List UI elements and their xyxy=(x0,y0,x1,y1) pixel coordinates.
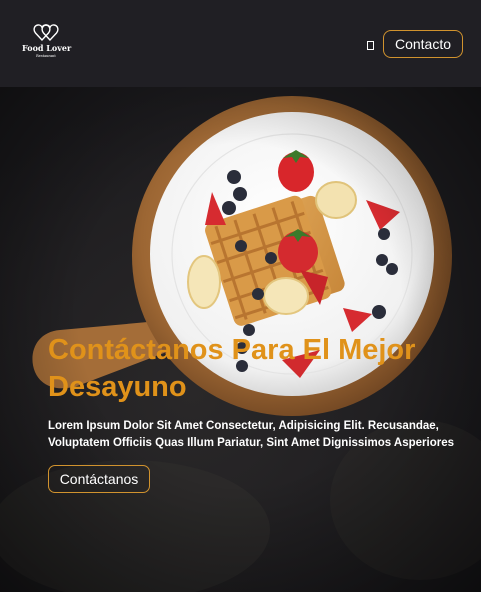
hero-text: Contáctanos Para El Mejor Desayuno Lorem… xyxy=(48,332,468,452)
menu-toggle-icon[interactable] xyxy=(367,41,374,50)
hero-description: Lorem Ipsum Dolor Sit Amet Consectetur, … xyxy=(48,420,455,449)
contact-button[interactable]: Contacto xyxy=(383,30,463,58)
page: Food Lover Restaurant Contacto Contáctan… xyxy=(0,0,481,592)
hero-section: Contáctanos Para El Mejor Desayuno Lorem… xyxy=(0,87,481,592)
hero-contact-button[interactable]: Contáctanos xyxy=(48,465,150,493)
logo-subtitle: Restaurant xyxy=(36,54,56,58)
header: Food Lover Restaurant Contacto xyxy=(0,0,481,87)
logo-name: Food Lover xyxy=(22,43,72,53)
hero-title: Contáctanos Para El Mejor Desayuno xyxy=(48,334,416,403)
logo[interactable]: Food Lover Restaurant xyxy=(22,22,72,64)
heart-logo-icon xyxy=(33,24,59,42)
